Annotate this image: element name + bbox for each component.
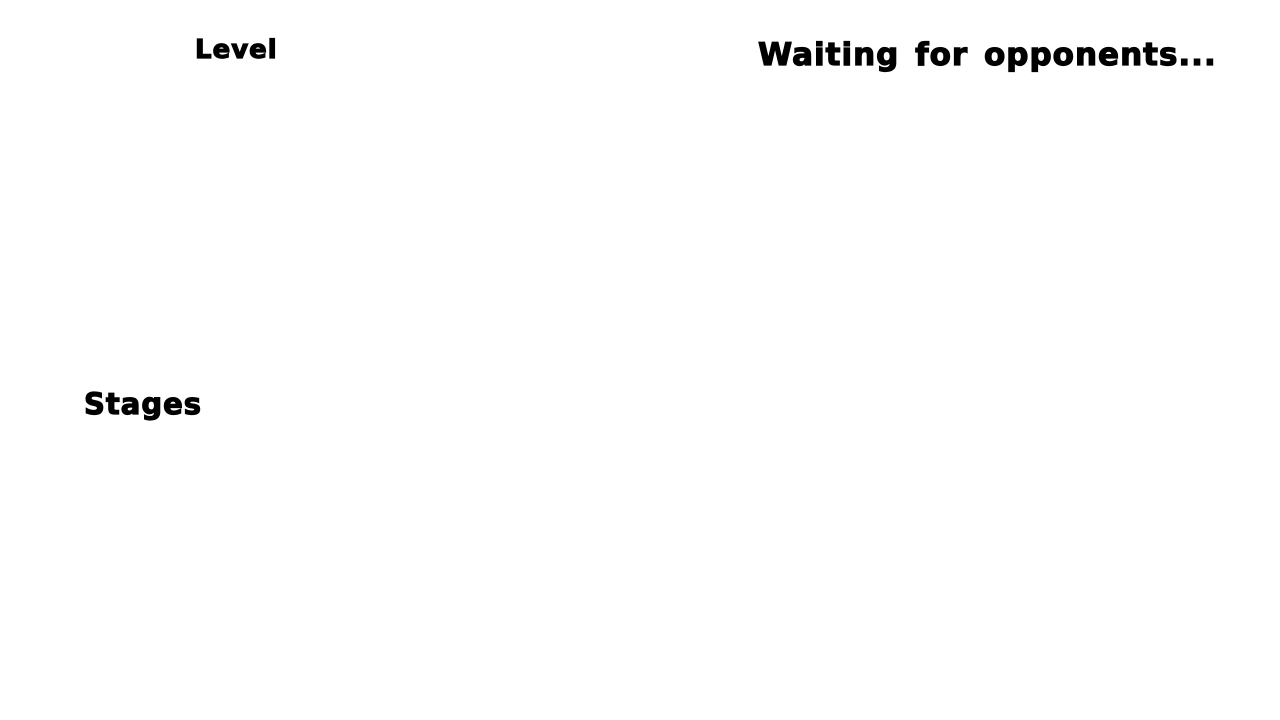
game-lobby-screen: Level Waiting for opponents... Stages — [0, 0, 1280, 720]
stages-panel — [60, 430, 620, 690]
waiting-for-opponents-status: Waiting for opponents... — [757, 37, 1217, 73]
opponents-panel — [700, 90, 1240, 690]
level-heading: Level — [194, 35, 278, 65]
stages-heading: Stages — [83, 387, 203, 421]
level-panel — [60, 80, 620, 370]
